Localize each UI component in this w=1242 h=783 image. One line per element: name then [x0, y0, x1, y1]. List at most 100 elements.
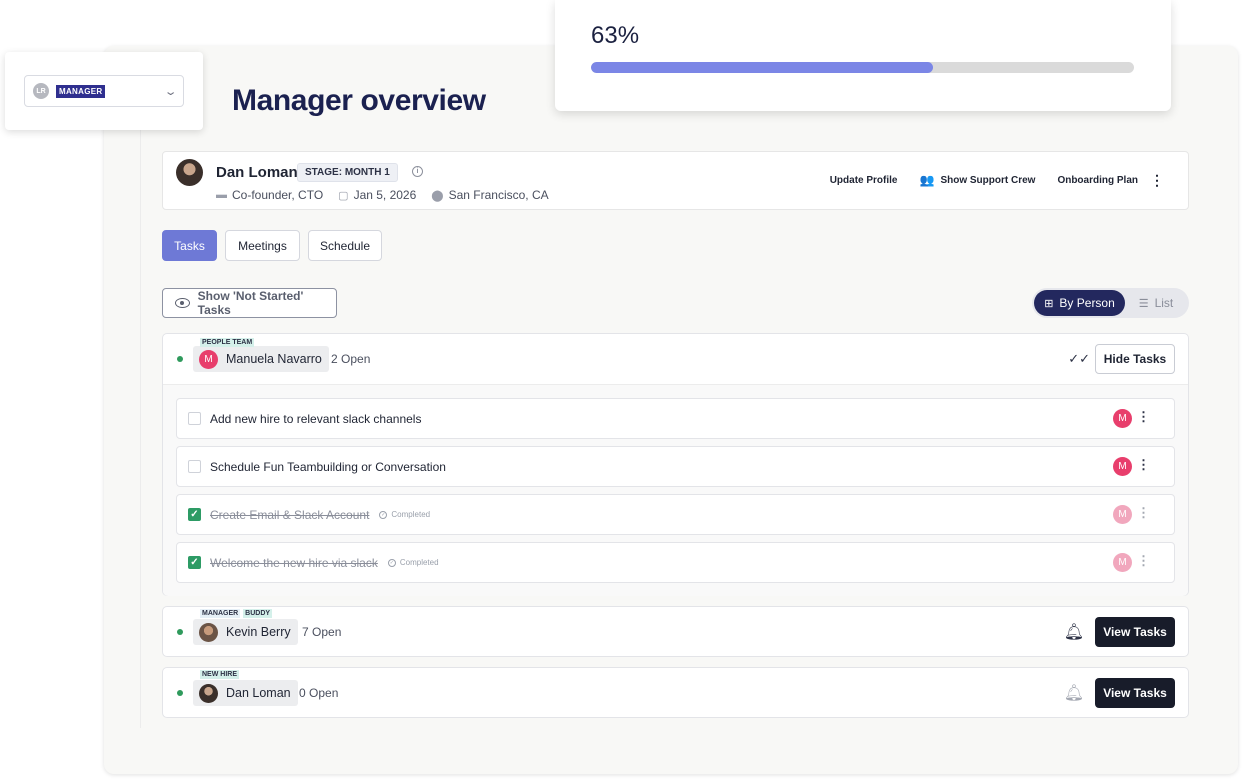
view-list[interactable]: ☰ List — [1125, 290, 1187, 316]
role-tags: MANAGER BUDDY — [200, 609, 275, 618]
person-group-header: Kevin Berry MANAGER BUDDY 7 Open 🔔︎ View… — [163, 607, 1188, 657]
content-divider — [140, 120, 141, 728]
start-date-item: ▢ Jan 5, 2026 — [338, 188, 416, 202]
more-options-icon[interactable]: ⋮ — [1137, 458, 1150, 471]
users-icon: 👥 — [919, 173, 935, 187]
view-list-label: List — [1154, 296, 1174, 310]
list-item: Add new hire to relevant slack channels … — [176, 398, 1175, 439]
role-tags: NEW HIRE — [200, 670, 242, 679]
view-by-person[interactable]: ⊞ By Person — [1034, 290, 1125, 316]
list-icon: ☰ — [1138, 297, 1149, 310]
show-support-crew-button[interactable]: 👥 Show Support Crew — [919, 173, 1035, 187]
info-icon[interactable]: i — [412, 166, 423, 177]
task-checkbox-checked[interactable]: ✓ — [188, 556, 201, 569]
completed-label: Completed — [399, 558, 439, 567]
show-not-started-label: Show 'Not Started' Tasks — [197, 289, 304, 317]
person-group: Dan Loman NEW HIRE 0 Open 🔔︎ View Tasks — [162, 667, 1189, 718]
progress-bar-fill — [591, 62, 934, 73]
role-badge: MANAGER — [56, 84, 106, 98]
person-group-header: Dan Loman NEW HIRE 0 Open 🔔︎ View Tasks — [163, 668, 1188, 718]
tab-schedule[interactable]: Schedule — [308, 230, 382, 261]
start-date: Jan 5, 2026 — [353, 188, 417, 202]
role-tag: PEOPLE TEAM — [200, 338, 255, 347]
role-tag: MANAGER — [200, 609, 241, 618]
list-item: Schedule Fun Teambuilding or Conversatio… — [176, 446, 1175, 487]
job-title: Co-founder, CTO — [232, 188, 324, 202]
person-group-header: M Manuela Navarro PEOPLE TEAM 2 Open ✓✓ … — [163, 334, 1188, 384]
list-item: ✓ Create Email & Slack Account ✓ Complet… — [176, 494, 1175, 535]
status-dot — [177, 690, 183, 696]
job-title-item: ▬ Co-founder, CTO — [216, 188, 323, 202]
person-group: M Manuela Navarro PEOPLE TEAM 2 Open ✓✓ … — [162, 333, 1189, 596]
location-item: ⬤ San Francisco, CA — [431, 188, 548, 202]
update-profile-link[interactable]: Update Profile — [830, 175, 898, 186]
person-chip[interactable]: M Manuela Navarro — [193, 346, 329, 372]
tab-meetings[interactable]: Meetings — [225, 230, 300, 261]
more-options-icon[interactable]: ⋮ — [1137, 410, 1150, 423]
briefcase-icon: ▬ — [216, 189, 227, 201]
task-title[interactable]: Schedule Fun Teambuilding or Conversatio… — [210, 460, 446, 474]
profile-actions: Update Profile 👥 Show Support Crew Onboa… — [808, 173, 1164, 187]
grid-icon: ⊞ — [1044, 297, 1054, 310]
role-tag: NEW HIRE — [200, 670, 239, 679]
avatar — [199, 622, 218, 642]
view-tasks-button[interactable]: View Tasks — [1095, 617, 1175, 647]
location: San Francisco, CA — [448, 188, 549, 202]
completed-tag: ✓ Completed — [379, 510, 430, 519]
open-count: 7 Open — [302, 625, 342, 639]
person-chip[interactable]: Kevin Berry — [193, 619, 298, 645]
person-chip[interactable]: Dan Loman — [193, 680, 298, 706]
progress-bar — [591, 62, 1134, 73]
task-checkbox-checked[interactable]: ✓ — [188, 508, 201, 521]
bell-icon[interactable]: 🔔︎ — [1064, 622, 1084, 642]
task-title[interactable]: Create Email & Slack Account — [210, 508, 369, 522]
avatar — [199, 683, 218, 703]
task-checkbox[interactable] — [188, 460, 201, 473]
user-initials-avatar: LR — [33, 83, 49, 99]
page-title: Manager overview — [232, 84, 486, 117]
assignee-avatar: M — [1113, 457, 1132, 476]
tab-tasks[interactable]: Tasks — [162, 230, 217, 261]
task-checkbox[interactable] — [188, 412, 201, 425]
view-tasks-button[interactable]: View Tasks — [1095, 678, 1175, 708]
assignee-avatar: M — [1113, 505, 1132, 524]
hide-tasks-button[interactable]: Hide Tasks — [1095, 344, 1175, 374]
avatar — [176, 159, 203, 186]
task-title[interactable]: Welcome the new hire via slack — [210, 556, 378, 570]
more-options-icon[interactable]: ⋮ — [1137, 554, 1150, 567]
view-switch: ⊞ By Person ☰ List — [1032, 288, 1189, 318]
eye-icon — [175, 298, 190, 308]
more-options-icon[interactable]: ⋮ — [1150, 173, 1164, 187]
show-not-started-button[interactable]: Show 'Not Started' Tasks — [162, 288, 337, 318]
person-name: Kevin Berry — [226, 625, 291, 639]
tab-bar: Tasks Meetings Schedule — [162, 230, 390, 261]
onboarding-plan-link[interactable]: Onboarding Plan — [1057, 175, 1138, 186]
open-count: 0 Open — [299, 686, 339, 700]
progress-card: 63% — [555, 0, 1171, 111]
task-title[interactable]: Add new hire to relevant slack channels — [210, 412, 421, 426]
profile-header: Dan Loman STAGE: MONTH 1 i ▬ Co-founder,… — [162, 151, 1189, 210]
stage-badge: STAGE: MONTH 1 — [297, 163, 398, 182]
person-name: Manuela Navarro — [226, 352, 322, 366]
chevron-down-icon: ⌄ — [163, 85, 178, 98]
view-by-person-label: By Person — [1059, 296, 1115, 310]
list-item: ✓ Welcome the new hire via slack ✓ Compl… — [176, 542, 1175, 583]
open-count: 2 Open — [331, 352, 371, 366]
status-dot — [177, 356, 183, 362]
assignee-avatar: M — [1113, 553, 1132, 572]
bell-icon[interactable]: 🔔︎ — [1064, 683, 1084, 703]
check-circle-icon: ✓ — [379, 510, 388, 519]
double-check-icon[interactable]: ✓✓ — [1068, 351, 1090, 367]
completed-tag: ✓ Completed — [387, 558, 439, 567]
avatar: M — [199, 349, 218, 369]
more-options-icon[interactable]: ⋮ — [1137, 506, 1150, 519]
role-select[interactable]: LR MANAGER ⌄ — [24, 75, 184, 107]
completed-label: Completed — [391, 510, 431, 519]
task-list: Add new hire to relevant slack channels … — [163, 384, 1188, 596]
check-circle-icon: ✓ — [387, 558, 396, 567]
location-pin-icon: ⬤ — [431, 189, 444, 202]
calendar-icon: ▢ — [338, 189, 349, 202]
person-name: Dan Loman — [226, 686, 291, 700]
status-dot — [177, 629, 183, 635]
profile-meta: ▬ Co-founder, CTO ▢ Jan 5, 2026 ⬤ San Fr… — [216, 188, 564, 202]
